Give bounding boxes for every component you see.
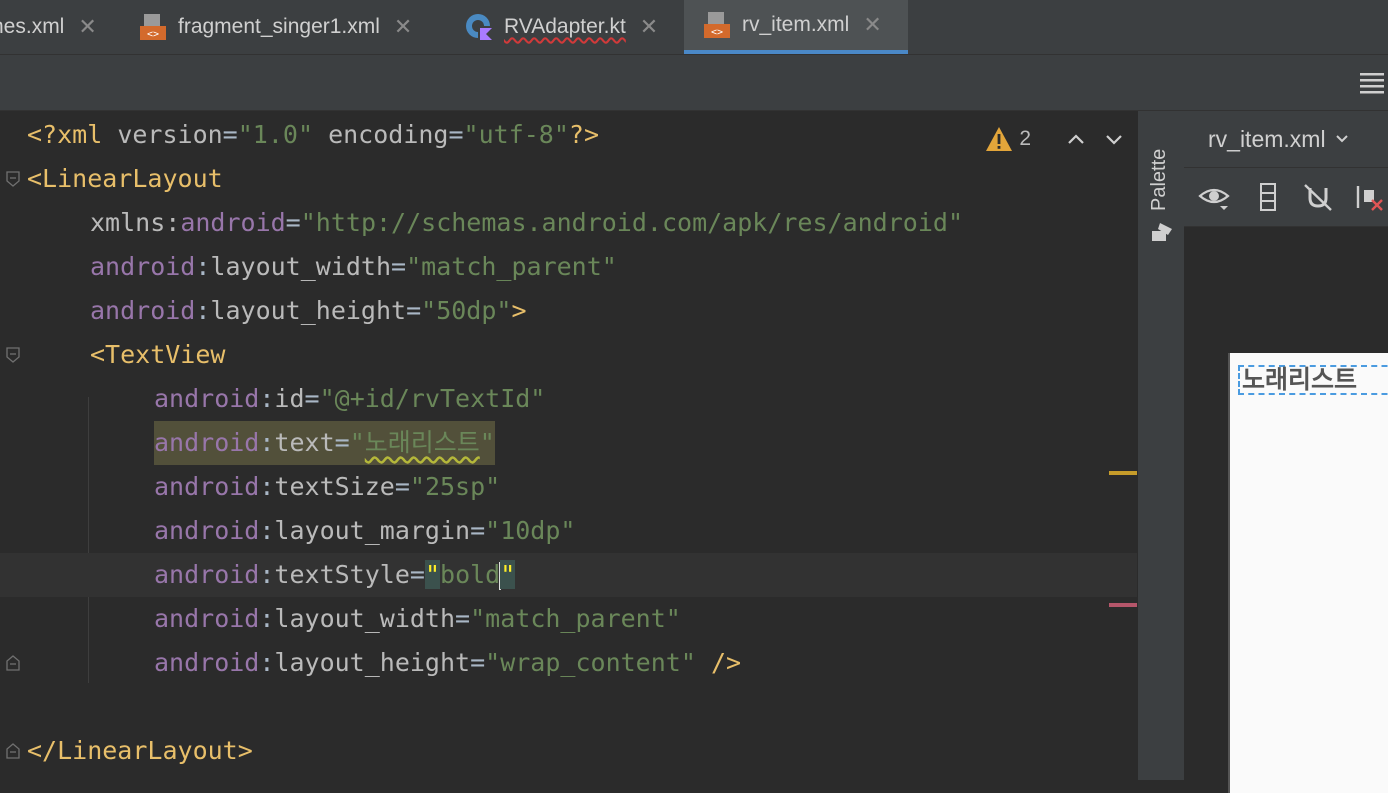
code-line-13: android:layout_height="wrap_content" />: [154, 648, 742, 677]
tab-0[interactable]: nes.xml ✕: [0, 0, 97, 54]
preview-textview[interactable]: 노래리스트: [1238, 365, 1388, 395]
tab-label: fragment_singer1.xml: [178, 15, 380, 38]
palette-icon: [1152, 223, 1172, 241]
tab-label: rv_item.xml: [742, 13, 850, 36]
code-line-7: android:id="@+id/rvTextId": [154, 384, 546, 413]
editor-tab-bar: nes.xml ✕ <> fragment_singer1.xml ✕ RVAd…: [0, 0, 1388, 55]
code-line-2: <LinearLayout: [27, 164, 223, 193]
palette-tab[interactable]: Palette: [1148, 149, 1171, 211]
kotlin-file-icon: [466, 14, 492, 40]
code-line-12: android:layout_width="match_parent": [154, 604, 681, 633]
tab-label: RVAdapter.kt: [504, 15, 626, 38]
editor-toolbar: [0, 55, 1388, 111]
chevron-down-icon: [1335, 135, 1348, 143]
preview-toolbar: [1184, 168, 1388, 227]
hamburger-menu-icon[interactable]: [1360, 72, 1384, 94]
clear-constraints-icon[interactable]: [1354, 182, 1386, 212]
code-line-10: android:layout_margin="10dp": [154, 516, 576, 545]
code-line-1: <?xml version="1.0" encoding="utf-8"?>: [27, 120, 600, 149]
code-line-9: android:textSize="25sp": [154, 472, 501, 501]
layout-preview-panel: rv_item.xml 노래리스트: [1184, 111, 1388, 793]
magnet-off-icon[interactable]: [1302, 182, 1334, 212]
close-icon[interactable]: ✕: [640, 14, 658, 40]
close-icon[interactable]: ✕: [394, 14, 412, 40]
xml-file-icon: <>: [704, 12, 730, 38]
tab-2[interactable]: RVAdapter.kt ✕: [464, 0, 658, 54]
code-editor[interactable]: 2 <?xml version="1.0" encoding="utf-8"?>…: [0, 111, 1137, 780]
device-preview[interactable]: 노래리스트: [1228, 353, 1388, 793]
blueprint-icon[interactable]: [1252, 182, 1284, 212]
close-icon[interactable]: ✕: [78, 14, 96, 40]
code-line-4: android:layout_width="match_parent": [90, 252, 617, 281]
xml-file-icon: <>: [140, 14, 166, 40]
svg-text:<>: <>: [147, 29, 159, 40]
code-line-6: <TextView: [90, 340, 226, 369]
code-line-11-current: android:textStyle="bold": [0, 553, 1137, 597]
code-line-3: xmlns:android="http://schemas.android.co…: [90, 208, 963, 237]
eye-icon[interactable]: [1198, 182, 1230, 212]
code-line-8: android:text="노래리스트": [0, 421, 1137, 465]
tab-1[interactable]: <> fragment_singer1.xml ✕: [138, 0, 412, 54]
tab-3-active[interactable]: <> rv_item.xml ✕: [684, 0, 908, 54]
close-icon[interactable]: ✕: [863, 12, 881, 38]
svg-text:<>: <>: [711, 27, 723, 38]
preview-file-selector[interactable]: rv_item.xml: [1184, 111, 1388, 168]
code-line-15: </LinearLayout>: [27, 736, 253, 765]
palette-tool-strip: Palette: [1137, 111, 1185, 780]
preview-file-name: rv_item.xml: [1208, 125, 1326, 152]
tab-label: nes.xml: [0, 15, 65, 38]
code-line-5: android:layout_height="50dp">: [90, 296, 527, 325]
